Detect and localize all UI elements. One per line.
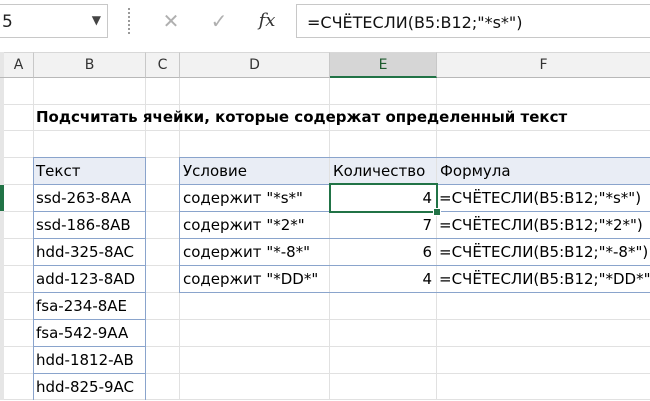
column-header-c[interactable]: C	[146, 52, 180, 78]
chevron-down-icon[interactable]: ▼	[92, 13, 101, 27]
cancel-icon[interactable]: ✕	[154, 5, 188, 37]
row-header-selected[interactable]	[0, 185, 4, 211]
formula-bar-separator	[128, 8, 131, 34]
list-item[interactable]: hdd-1812-AB	[36, 347, 144, 374]
result-formula[interactable]: =СЧЁТЕСЛИ(B5:B12;"*-8*")	[437, 239, 650, 266]
table-rule	[179, 238, 650, 239]
fill-handle[interactable]	[433, 208, 441, 216]
table-rule	[33, 373, 146, 374]
result-header-count[interactable]: Количество	[330, 158, 436, 185]
sheet-title[interactable]: Подсчитать ячейки, которые содержат опре…	[36, 104, 636, 131]
column-header-f[interactable]: F	[437, 52, 650, 78]
list-item[interactable]: add-123-8AD	[36, 266, 144, 293]
result-header-condition[interactable]: Условие	[180, 158, 329, 185]
name-box[interactable]: 5 ▼	[0, 4, 108, 38]
table-rule	[33, 346, 146, 347]
row-headers[interactable]	[0, 78, 4, 400]
worksheet-grid[interactable]: Подсчитать ячейки, которые содержат опре…	[0, 78, 650, 400]
table-rule	[179, 265, 650, 266]
list-item[interactable]: hdd-825-9AC	[36, 374, 144, 401]
text-table-header[interactable]: Текст	[34, 158, 145, 185]
result-count[interactable]: 6	[330, 239, 436, 266]
result-condition[interactable]: содержит "*2*"	[183, 212, 329, 239]
list-item[interactable]: ssd-186-8AB	[36, 212, 144, 239]
result-condition[interactable]: содержит "*-8*"	[183, 239, 329, 266]
column-header-b[interactable]: B	[34, 52, 146, 78]
table-rule	[33, 211, 146, 212]
name-box-value: 5	[2, 12, 13, 32]
formula-bar: 5 ▼ ✕ ✓ fx =СЧЁТЕСЛИ(B5:B12;"*s*")	[0, 0, 650, 44]
gridline	[33, 78, 34, 400]
formula-input[interactable]: =СЧЁТЕСЛИ(B5:B12;"*s*")	[296, 4, 650, 38]
formula-input-text: =СЧЁТЕСЛИ(B5:B12;"*s*")	[307, 13, 523, 32]
insert-function-icon[interactable]: fx	[250, 5, 284, 37]
table-rule	[33, 184, 146, 185]
column-header-a[interactable]: A	[4, 52, 34, 78]
table-rule	[33, 265, 146, 266]
result-header-formula[interactable]: Формула	[437, 158, 650, 185]
result-formula[interactable]: =СЧЁТЕСЛИ(B5:B12;"*DD*")	[437, 266, 650, 293]
table-rule	[33, 238, 146, 239]
active-cell-selection[interactable]	[329, 183, 441, 216]
result-count[interactable]: 4	[330, 266, 436, 293]
list-item[interactable]: hdd-325-8AC	[36, 239, 144, 266]
list-item[interactable]: ssd-263-8AA	[36, 185, 144, 212]
list-item[interactable]: fsa-234-8AE	[36, 293, 144, 320]
table-rule	[33, 292, 146, 293]
result-condition[interactable]: содержит "*s*"	[183, 185, 329, 212]
list-item[interactable]: fsa-542-9AA	[36, 320, 144, 347]
column-header-e[interactable]: E	[330, 52, 437, 78]
result-condition[interactable]: содержит "*DD*"	[183, 266, 329, 293]
check-icon[interactable]: ✓	[202, 5, 236, 37]
result-formula[interactable]: =СЧЁТЕСЛИ(B5:B12;"*2*")	[437, 212, 650, 239]
table-rule	[33, 319, 146, 320]
result-count[interactable]: 7	[330, 212, 436, 239]
column-header-d[interactable]: D	[180, 52, 330, 78]
result-formula[interactable]: =СЧЁТЕСЛИ(B5:B12;"*s*")	[437, 185, 650, 212]
